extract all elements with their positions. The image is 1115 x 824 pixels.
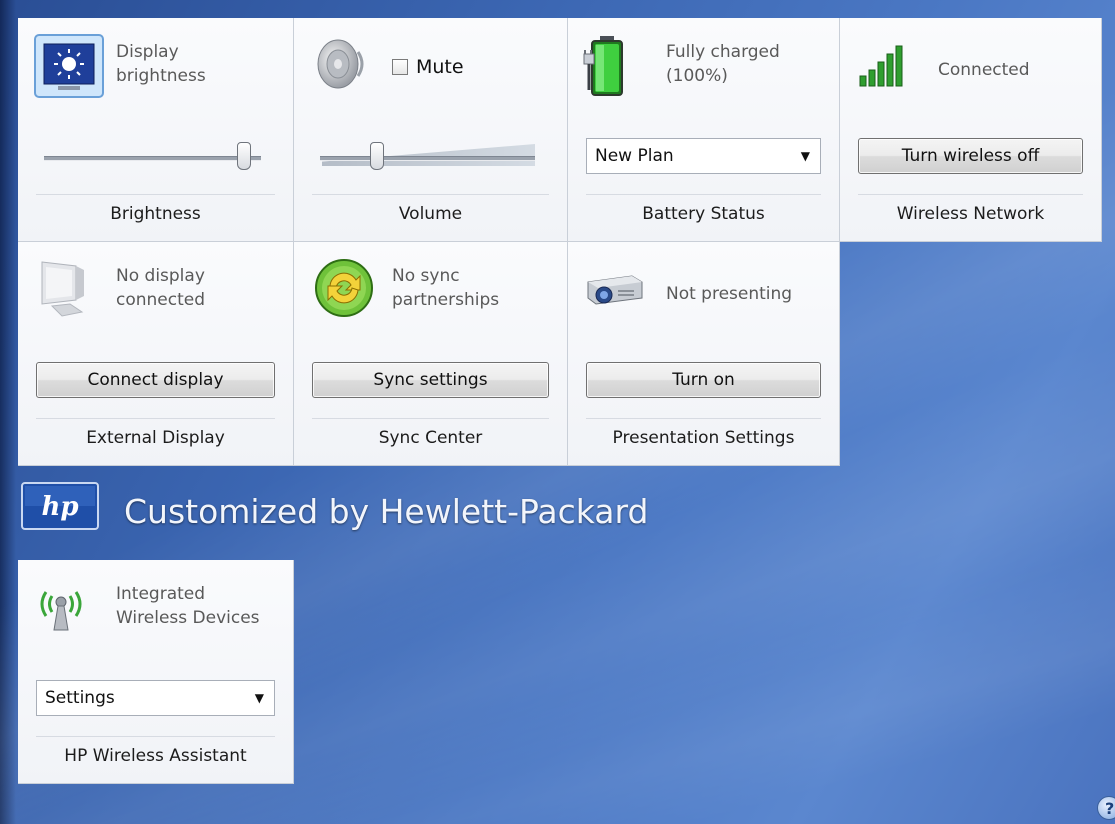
presentation-title: Presentation Settings (612, 428, 795, 448)
wireless-control: Turn wireless off (858, 136, 1083, 178)
sync-center-title: Sync Center (378, 428, 483, 448)
divider (36, 194, 275, 195)
divider (858, 194, 1083, 195)
wireless-status-text: Connected (938, 60, 1030, 80)
wireless-tile: Connected Turn wireless off Wireless Net… (840, 18, 1102, 242)
divider (586, 194, 821, 195)
chevron-down-icon: ▼ (254, 691, 264, 705)
mute-checkbox[interactable]: Mute (392, 56, 464, 78)
sync-icon[interactable] (312, 256, 376, 320)
hp-wireless-settings-value: Settings (45, 688, 115, 708)
sync-control: Sync settings (312, 360, 549, 402)
hp-wireless-settings-dropdown[interactable]: Settings ▼ (36, 680, 275, 716)
volume-slider-thumb[interactable] (370, 142, 384, 170)
hp-wireless-status-text: Integrated Wireless Devices (116, 584, 260, 628)
external-display-control: Connect display (36, 360, 275, 402)
battery-title: Battery Status (642, 204, 765, 224)
volume-slider-wedge (322, 144, 535, 166)
hp-wireless-title: HP Wireless Assistant (64, 746, 247, 766)
turn-on-button[interactable]: Turn on (586, 362, 821, 398)
power-plan-select[interactable]: New Plan ▼ (586, 136, 821, 178)
display-brightness-icon[interactable] (34, 34, 104, 98)
brand-text: Customized by Hewlett-Packard (124, 492, 649, 531)
volume-title: Volume (398, 204, 463, 224)
brightness-slider[interactable] (36, 136, 275, 178)
divider (312, 418, 549, 419)
divider (586, 418, 821, 419)
hp-logo: hp (21, 482, 99, 530)
external-display-title: External Display (86, 428, 225, 448)
brightness-status-text: Display brightness (116, 42, 206, 86)
help-icon[interactable]: ? (1097, 796, 1115, 820)
hp-wireless-assistant-tile: Integrated Wireless Devices Settings ▼ H… (18, 560, 294, 784)
divider (36, 736, 275, 737)
presentation-status-text: Not presenting (666, 284, 793, 304)
monitor-icon[interactable] (36, 256, 100, 320)
volume-slider-track (320, 156, 535, 161)
power-plan-dropdown[interactable]: New Plan ▼ (586, 138, 821, 174)
turn-wireless-off-button[interactable]: Turn wireless off (858, 138, 1083, 174)
svg-text:hp: hp (41, 492, 78, 522)
presentation-tile: Not presenting Turn on Presentation Sett… (568, 242, 840, 466)
brightness-tile: Display brightness Brightness (18, 18, 294, 242)
connect-display-button[interactable]: Connect display (36, 362, 275, 398)
battery-tile: Fully charged (100%) New Plan ▼ Battery … (568, 18, 840, 242)
battery-status-text: Fully charged (100%) (666, 42, 780, 86)
signal-strength-icon[interactable] (858, 42, 908, 90)
chevron-down-icon: ▼ (800, 149, 810, 163)
wireless-title: Wireless Network (896, 204, 1045, 224)
projector-icon[interactable] (582, 268, 646, 312)
power-plan-value: New Plan (595, 146, 674, 166)
mute-label: Mute (416, 56, 464, 78)
presentation-control: Turn on (586, 360, 821, 402)
hp-wireless-settings-select[interactable]: Settings ▼ (36, 678, 275, 720)
sync-status-text: No sync partnerships (392, 266, 500, 310)
speaker-icon[interactable] (312, 32, 376, 96)
sync-settings-button[interactable]: Sync settings (312, 362, 549, 398)
battery-icon[interactable] (582, 32, 632, 98)
mute-checkbox-box[interactable] (392, 59, 408, 75)
volume-tile: Mute Volume (294, 18, 568, 242)
wireless-antenna-icon[interactable] (36, 582, 86, 632)
external-display-tile: No display connected Connect display Ext… (18, 242, 294, 466)
brightness-title: Brightness (110, 204, 201, 224)
external-display-status-text: No display connected (116, 266, 206, 310)
brightness-slider-track (44, 156, 261, 161)
brightness-slider-thumb[interactable] (237, 142, 251, 170)
sync-center-tile: No sync partnerships Sync settings Sync … (294, 242, 568, 466)
divider (312, 194, 549, 195)
volume-slider[interactable] (312, 136, 549, 178)
divider (36, 418, 275, 419)
